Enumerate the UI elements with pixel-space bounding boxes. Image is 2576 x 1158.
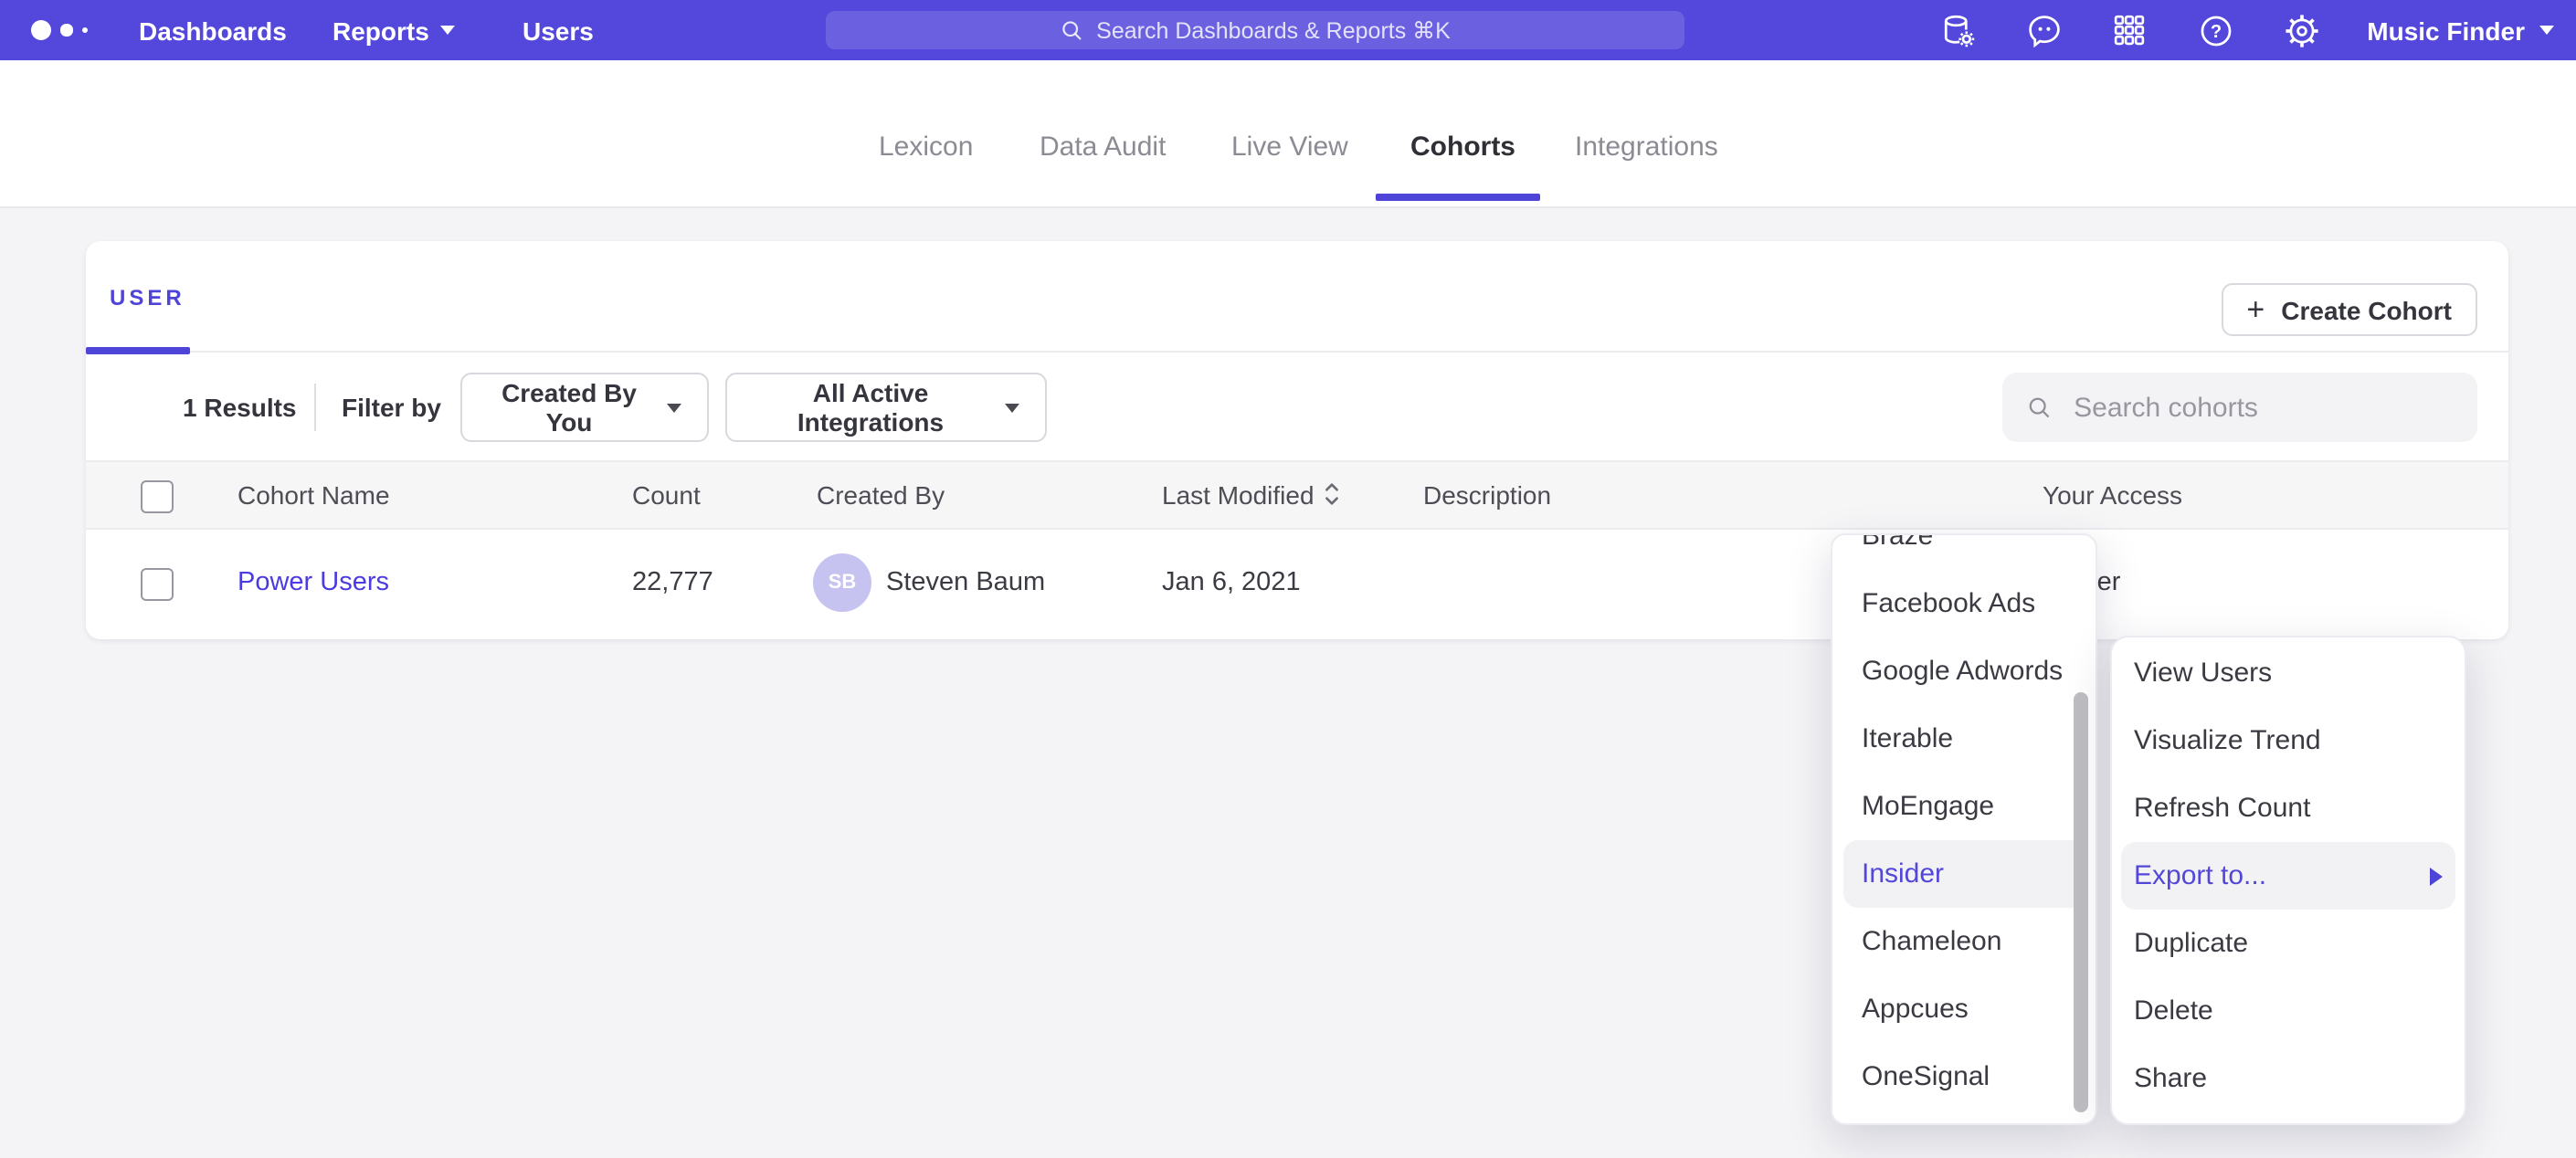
svg-text:?: ? bbox=[2210, 21, 2221, 41]
active-tab-underline bbox=[1376, 194, 1540, 201]
nav-dashboards-label: Dashboards bbox=[139, 16, 287, 45]
column-last-modified[interactable]: Last Modified bbox=[1162, 480, 1342, 513]
cohort-count: 22,777 bbox=[632, 568, 713, 597]
global-search-placeholder: Search Dashboards & Reports ⌘K bbox=[1096, 16, 1451, 44]
scrollbar-thumb[interactable] bbox=[2074, 692, 2088, 1112]
menu-item-duplicate[interactable]: Duplicate bbox=[2121, 910, 2455, 977]
menu-item-export-to[interactable]: Export to... bbox=[2121, 842, 2455, 910]
top-nav: Dashboards Reports Users Search Dashboar… bbox=[0, 0, 2576, 60]
chevron-down-icon bbox=[667, 403, 681, 412]
tab-user-cohorts[interactable]: USER bbox=[110, 285, 185, 311]
last-modified-date: Jan 6, 2021 bbox=[1162, 568, 1301, 597]
filter-row: 1 Results Filter by Created By You All A… bbox=[86, 353, 2508, 460]
tab-lexicon[interactable]: Lexicon bbox=[879, 132, 973, 163]
help-icon[interactable]: ? bbox=[2195, 10, 2235, 50]
submenu-arrow-icon bbox=[2430, 867, 2443, 885]
menu-item-appcues[interactable]: Appcues bbox=[1832, 975, 2096, 1043]
column-your-access: Your Access bbox=[2043, 480, 2182, 510]
menu-item-insider[interactable]: Insider bbox=[1843, 840, 2085, 908]
nav-item-dashboards[interactable]: Dashboards bbox=[139, 0, 287, 60]
nav-reports-label: Reports bbox=[333, 16, 429, 45]
tab-data-audit[interactable]: Data Audit bbox=[1040, 132, 1166, 163]
export-destinations-list: Braze Facebook Ads Google Adwords Iterab… bbox=[1832, 533, 2096, 1111]
menu-item-chameleon[interactable]: Chameleon bbox=[1832, 908, 2096, 975]
divider bbox=[314, 384, 316, 431]
sort-icon[interactable] bbox=[1324, 480, 1342, 513]
menu-item-facebook-ads[interactable]: Facebook Ads bbox=[1832, 570, 2096, 637]
cohort-search-input[interactable] bbox=[2070, 390, 2454, 425]
mixpanel-logo-icon[interactable] bbox=[31, 0, 88, 60]
chevron-down-icon bbox=[1005, 403, 1019, 412]
menu-item-moengage[interactable]: MoEngage bbox=[1832, 773, 2096, 840]
data-management-icon[interactable] bbox=[1937, 10, 1978, 50]
filter-by-label: Filter by bbox=[342, 393, 441, 422]
table-row: Power Users 22,777 SB Steven Baum Jan 6,… bbox=[86, 530, 2508, 639]
project-selector[interactable]: Music Finder bbox=[2367, 16, 2554, 45]
select-all-checkbox[interactable] bbox=[141, 480, 174, 513]
create-cohort-button[interactable]: + Create Cohort bbox=[2221, 283, 2477, 336]
cohort-name-link[interactable]: Power Users bbox=[238, 568, 389, 597]
integrations-filter-label: All Active Integrations bbox=[753, 378, 988, 437]
feedback-icon[interactable] bbox=[2023, 10, 2064, 50]
menu-item-view-users[interactable]: View Users bbox=[2121, 639, 2455, 707]
apps-grid-icon[interactable] bbox=[2109, 10, 2149, 50]
cohorts-card: USER + Create Cohort 1 Results Filter by… bbox=[86, 241, 2508, 639]
menu-item-onesignal[interactable]: OneSignal bbox=[1832, 1043, 2096, 1111]
cohort-search-box bbox=[2002, 373, 2477, 442]
menu-item-visualize-trend[interactable]: Visualize Trend bbox=[2121, 707, 2455, 774]
table-header: Cohort Name Count Created By Last Modifi… bbox=[86, 460, 2508, 530]
chevron-down-icon bbox=[440, 26, 455, 35]
menu-item-refresh-count[interactable]: Refresh Count bbox=[2121, 774, 2455, 842]
results-count: 1 Results bbox=[183, 393, 297, 422]
tab-live-view[interactable]: Live View bbox=[1231, 132, 1348, 163]
settings-gear-icon[interactable] bbox=[2281, 10, 2321, 50]
created-by-name: Steven Baum bbox=[886, 568, 1045, 597]
avatar: SB bbox=[813, 553, 871, 612]
nav-users-label: Users bbox=[523, 16, 594, 45]
project-name: Music Finder bbox=[2367, 16, 2525, 45]
app-root: Dashboards Reports Users Search Dashboar… bbox=[0, 0, 2576, 1158]
nav-item-users[interactable]: Users bbox=[523, 0, 594, 60]
nav-item-reports[interactable]: Reports bbox=[333, 0, 455, 60]
column-created-by: Created By bbox=[817, 480, 945, 510]
search-icon bbox=[1060, 18, 1083, 42]
menu-item-iterable[interactable]: Iterable bbox=[1832, 705, 2096, 773]
menu-item-braze[interactable]: Braze bbox=[1832, 533, 2096, 570]
tab-cohorts[interactable]: Cohorts bbox=[1410, 132, 1515, 163]
menu-item-share[interactable]: Share bbox=[2121, 1045, 2455, 1112]
search-icon bbox=[2026, 393, 2052, 422]
tab-integrations[interactable]: Integrations bbox=[1575, 132, 1718, 163]
plus-icon: + bbox=[2246, 294, 2265, 325]
menu-item-google-adwords[interactable]: Google Adwords bbox=[1832, 637, 2096, 705]
create-cohort-label: Create Cohort bbox=[2281, 295, 2452, 324]
column-count: Count bbox=[632, 480, 701, 510]
section-tabs-bar: Lexicon Data Audit Live View Cohorts Int… bbox=[0, 60, 2576, 208]
export-destinations-menu: Braze Facebook Ads Google Adwords Iterab… bbox=[1831, 533, 2097, 1125]
menu-item-delete[interactable]: Delete bbox=[2121, 977, 2455, 1045]
global-search-bar[interactable]: Search Dashboards & Reports ⌘K bbox=[826, 11, 1684, 49]
chevron-down-icon bbox=[2539, 26, 2554, 35]
column-cohort-name: Cohort Name bbox=[238, 480, 390, 510]
cohort-type-tabs: USER + Create Cohort bbox=[86, 241, 2508, 353]
nav-right-group: ? Music Finder bbox=[1937, 0, 2554, 60]
created-by-filter[interactable]: Created By You bbox=[460, 373, 709, 442]
cohort-context-menu: View Users Visualize Trend Refresh Count… bbox=[2110, 636, 2466, 1125]
integrations-filter[interactable]: All Active Integrations bbox=[725, 373, 1047, 442]
row-checkbox[interactable] bbox=[141, 568, 174, 601]
created-by-filter-label: Created By You bbox=[488, 378, 650, 437]
column-description: Description bbox=[1423, 480, 1551, 510]
